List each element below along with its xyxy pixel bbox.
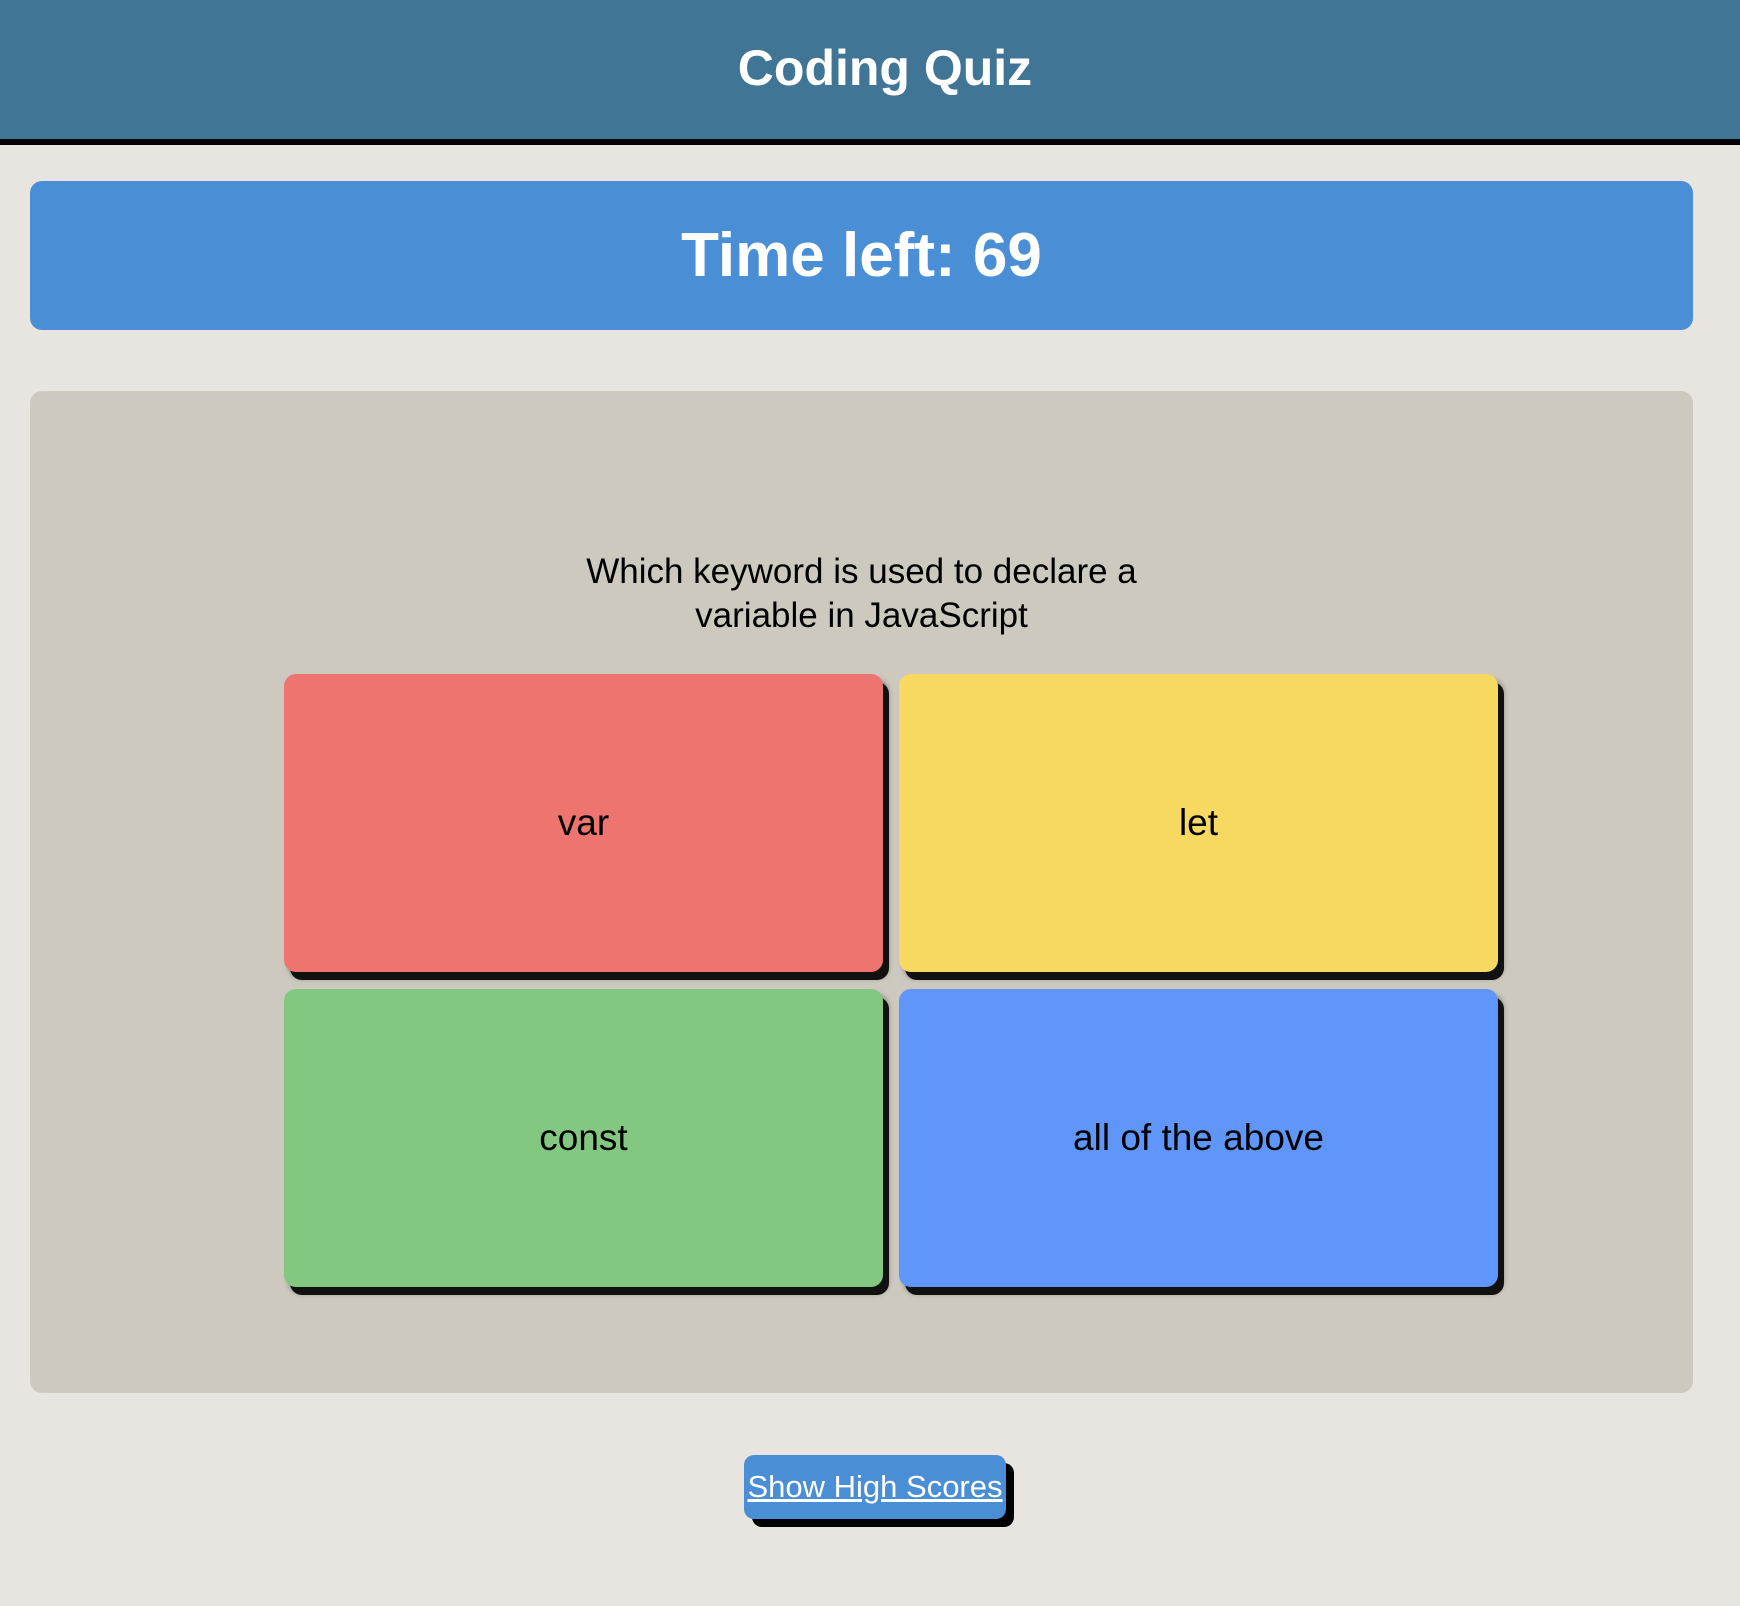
- page-title: Coding Quiz: [737, 39, 1033, 96]
- answer-label: let: [1178, 802, 1219, 843]
- answer-button-let[interactable]: let: [899, 674, 1498, 972]
- timer-banner: Time left: 69: [30, 181, 1693, 330]
- quiz-panel: Which keyword is used to declare a varia…: [30, 391, 1693, 1393]
- show-high-scores-label: Show High Scores: [747, 1469, 1003, 1504]
- answer-label: const: [539, 1117, 628, 1158]
- answer-label: all of the above: [1073, 1117, 1324, 1158]
- question-container: Which keyword is used to declare a varia…: [30, 550, 1693, 638]
- show-high-scores-button[interactable]: Show High Scores: [744, 1455, 1006, 1519]
- app-header: Coding Quiz: [0, 0, 1740, 145]
- answer-button-var[interactable]: var: [284, 674, 883, 972]
- answer-button-all-of-the-above[interactable]: all of the above: [899, 989, 1498, 1287]
- answer-label: var: [557, 802, 610, 843]
- timer-label: Time left: 69: [681, 221, 1042, 290]
- answer-button-const[interactable]: const: [284, 989, 883, 1287]
- question-text: Which keyword is used to declare a varia…: [586, 552, 1137, 635]
